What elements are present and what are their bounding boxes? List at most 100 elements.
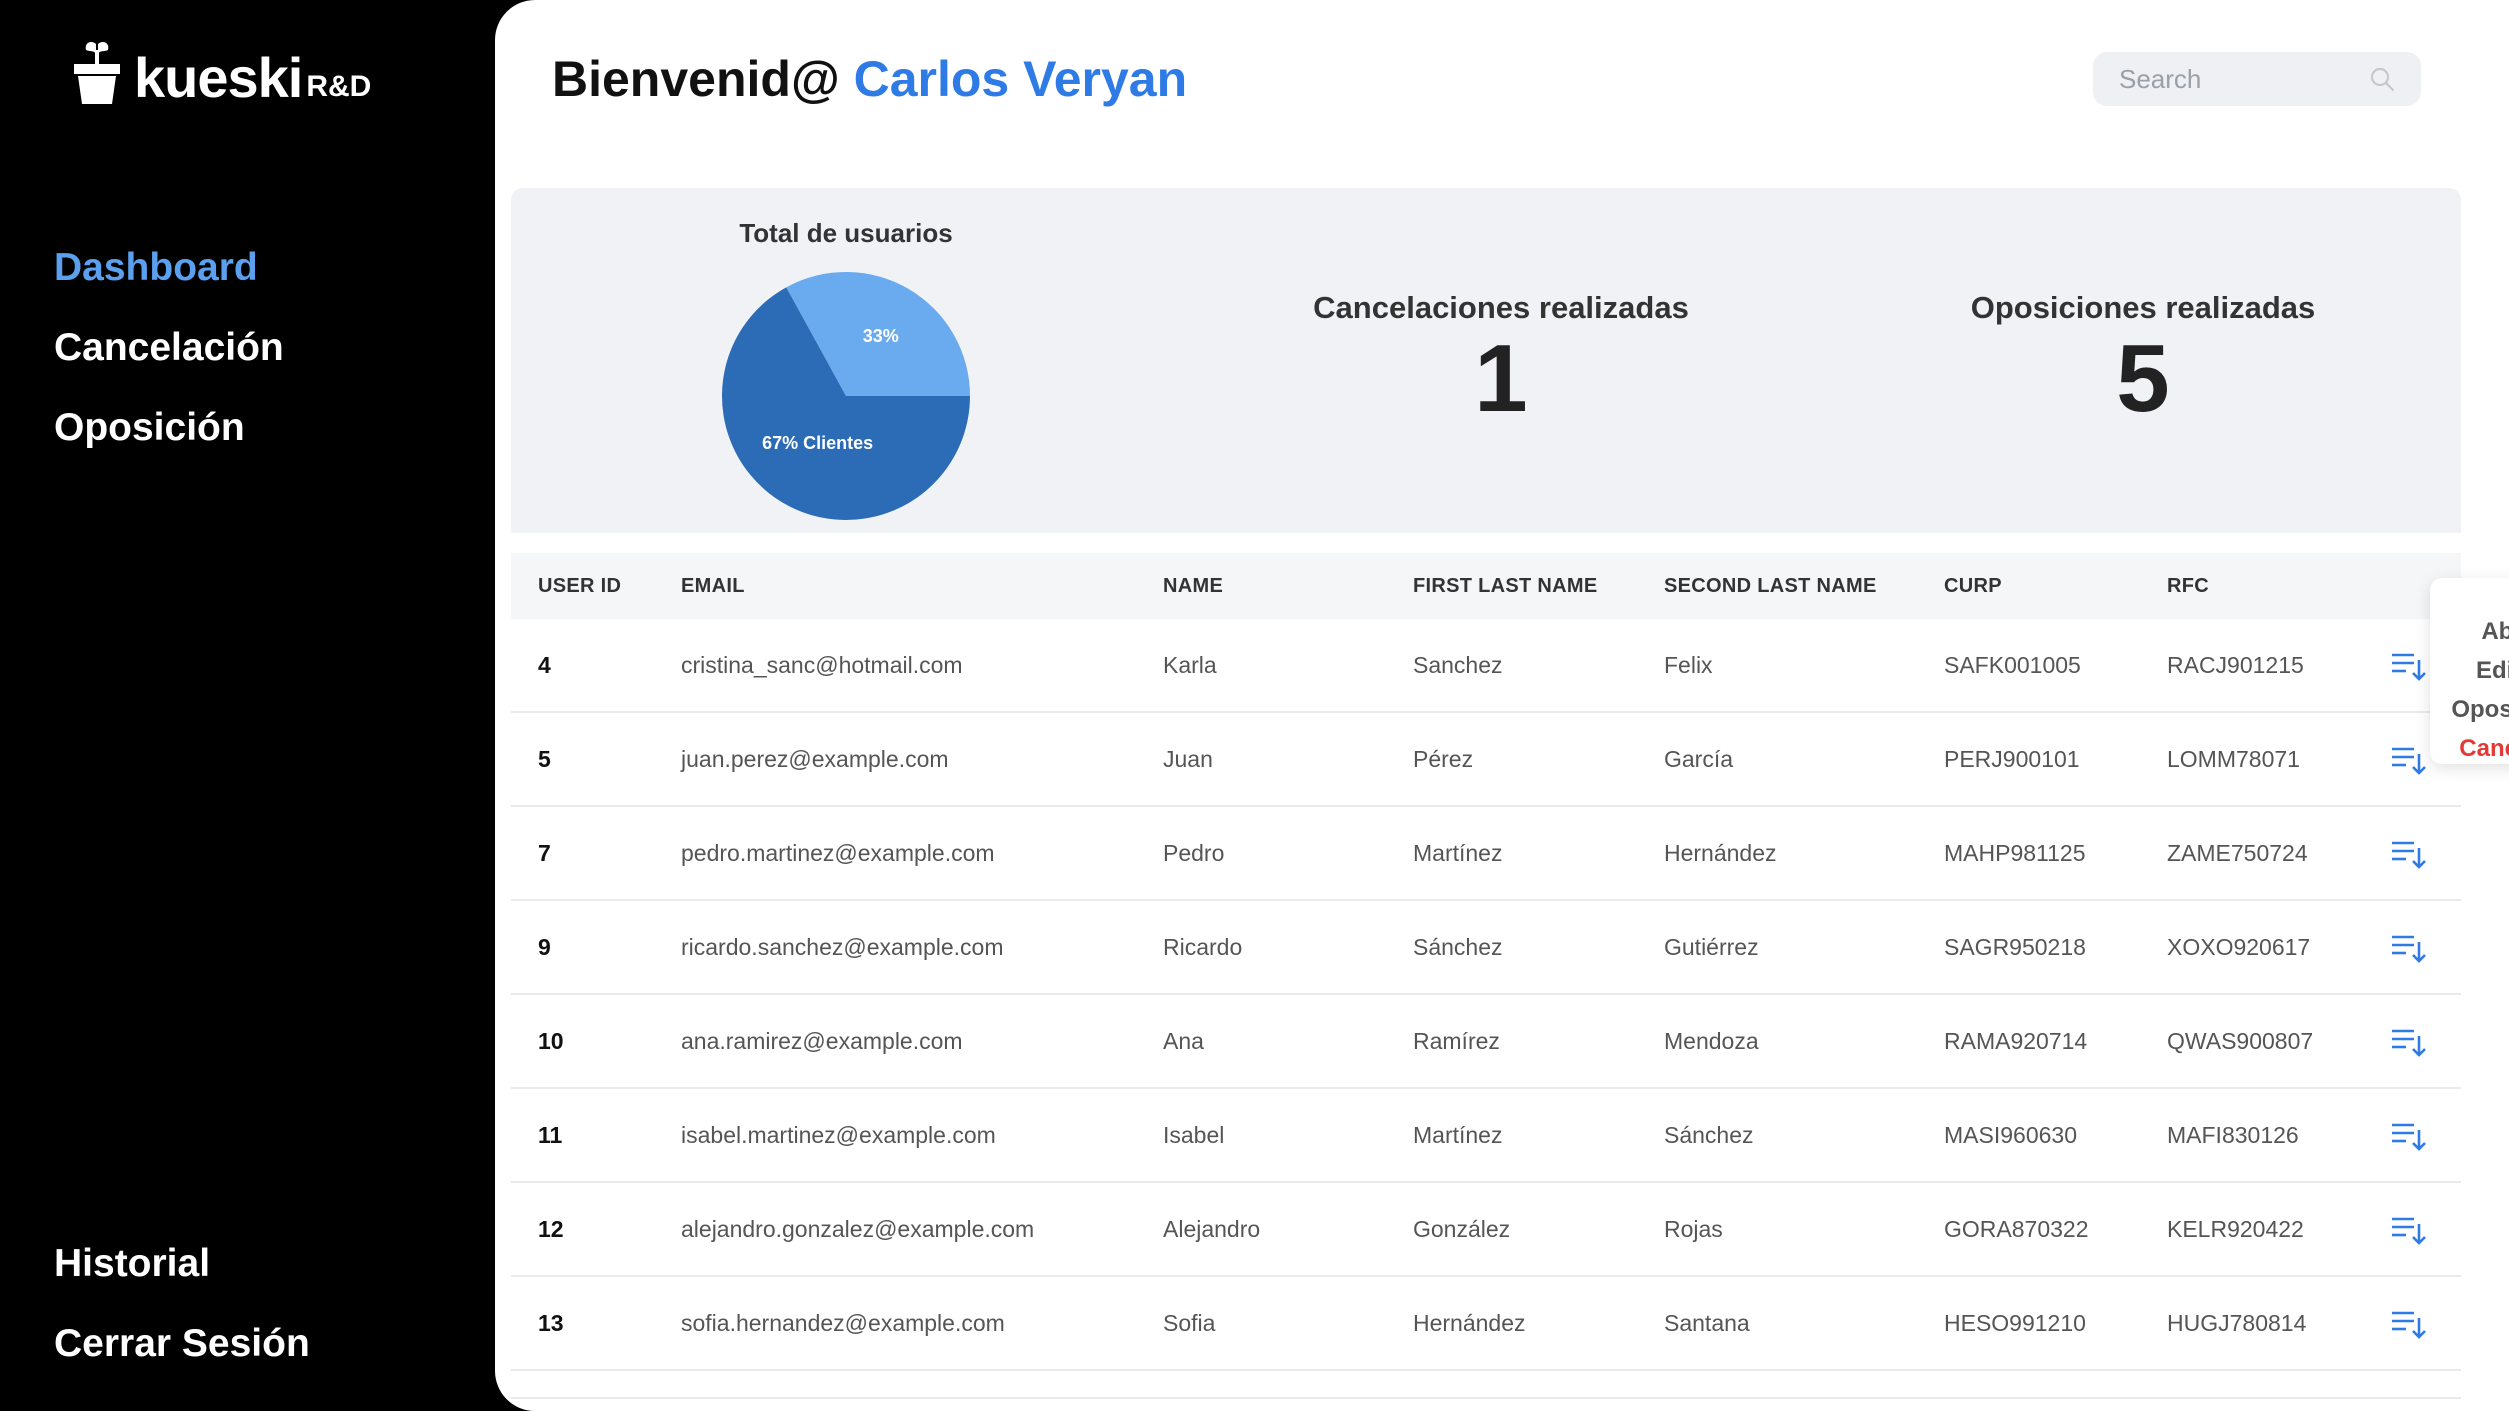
sort-list-icon[interactable] [2390, 742, 2426, 776]
search-input[interactable] [2119, 63, 2359, 95]
header-first-last-name[interactable]: FIRST LAST NAME [1413, 575, 1598, 598]
header-user-id[interactable]: USER ID [538, 575, 621, 598]
sort-list-icon[interactable] [2390, 648, 2426, 682]
cell-second-last-name: García [1664, 745, 1734, 772]
table-body: 4 cristina_sanc@hotmail.com Karla Sanchez Fe… [511, 619, 2461, 1371]
menu-item-editar[interactable]: Editar [2430, 651, 2509, 690]
cell-user-id: 12 [538, 1215, 564, 1242]
cell-rfc: RACJ901215 [2167, 651, 2304, 678]
cell-curp: SAGR950218 [1944, 933, 2086, 960]
cell-first-last-name: González [1413, 1215, 1511, 1242]
cell-curp: HESO991210 [1944, 1309, 2086, 1336]
cell-second-last-name: Rojas [1664, 1215, 1723, 1242]
cell-first-last-name: Ramírez [1413, 1027, 1500, 1054]
oposiciones-label: Oposiciones realizadas [1970, 290, 2316, 325]
table-header: USER ID EMAIL NAME FIRST LAST NAME SECON… [511, 553, 2461, 619]
header-second-last-name[interactable]: SECOND LAST NAME [1664, 575, 1877, 598]
brand-logo[interactable]: kueski R&D [72, 40, 371, 106]
row-action-menu: Abrir Editar Oposición Cancelar [2430, 578, 2509, 764]
cell-name: Ricardo [1163, 933, 1243, 960]
cell-second-last-name: Hernández [1664, 839, 1777, 866]
header-name[interactable]: NAME [1163, 575, 1223, 598]
table-row[interactable]: 10 ana.ramirez@example.com Ana Ramírez Mendo… [511, 995, 2461, 1089]
sort-list-icon[interactable] [2390, 1306, 2426, 1340]
sort-list-icon[interactable] [2390, 1212, 2426, 1246]
sidebar-item-oposicion[interactable]: Oposición [54, 388, 284, 468]
brand-suffix: R&D [306, 70, 372, 103]
cancelaciones-value: 1 [1474, 325, 1528, 432]
cell-user-id: 13 [538, 1309, 564, 1336]
cell-rfc: ZAME750724 [2167, 839, 2308, 866]
sort-list-icon[interactable] [2390, 1024, 2426, 1058]
table-row[interactable]: 5 juan.perez@example.com Juan Pérez García PE… [511, 713, 2461, 807]
table-row[interactable]: 4 cristina_sanc@hotmail.com Karla Sanchez Fe… [511, 619, 2461, 713]
header-rfc[interactable]: RFC [2167, 575, 2209, 598]
sidebar-item-historial[interactable]: Historial [54, 1224, 310, 1304]
cell-name: Ana [1163, 1027, 1204, 1054]
cell-email: juan.perez@example.com [681, 745, 949, 772]
table-row[interactable]: 13 sofia.hernandez@example.com Sofia Hernán… [511, 1277, 2461, 1371]
cell-curp: MAHP981125 [1944, 839, 2086, 866]
cancelaciones-label: Cancelaciones realizadas [1313, 290, 1689, 325]
sort-list-icon[interactable] [2390, 1118, 2426, 1152]
cell-second-last-name: Mendoza [1664, 1027, 1759, 1054]
sidebar-item-logout[interactable]: Cerrar Sesión [54, 1304, 310, 1384]
cell-name: Karla [1163, 651, 1217, 678]
cell-rfc: QWAS900807 [2167, 1027, 2314, 1054]
cell-name: Juan [1163, 745, 1213, 772]
pie-slice-label-1: 33% [863, 326, 899, 346]
sidebar-nav-top: Dashboard Cancelación Oposición [54, 228, 284, 468]
sidebar-item-cancelacion[interactable]: Cancelación [54, 308, 284, 388]
cell-first-last-name: Pérez [1413, 745, 1474, 772]
cell-name: Alejandro [1163, 1215, 1261, 1242]
table-row[interactable]: 11 isabel.martinez@example.com Isabel Martí… [511, 1089, 2461, 1183]
menu-item-abrir[interactable]: Abrir [2430, 612, 2509, 651]
table-row[interactable]: 7 pedro.martinez@example.com Pedro Martínez… [511, 807, 2461, 901]
sort-list-icon[interactable] [2390, 930, 2426, 964]
header-email[interactable]: EMAIL [681, 575, 745, 598]
cell-email: isabel.martinez@example.com [681, 1121, 996, 1148]
sidebar-item-dashboard[interactable]: Dashboard [54, 228, 284, 308]
menu-item-oposicion[interactable]: Oposición [2430, 690, 2509, 729]
cell-name: Isabel [1163, 1121, 1225, 1148]
greeting-text: Bienvenid@ [552, 51, 840, 107]
cell-user-id: 4 [538, 651, 551, 678]
cell-curp: GORA870322 [1944, 1215, 2089, 1242]
cell-user-id: 11 [538, 1121, 563, 1148]
cell-email: sofia.hernandez@example.com [681, 1309, 1005, 1336]
cell-user-id: 9 [538, 933, 551, 960]
users-pie-chart: 33% 67% Clientes [722, 272, 970, 520]
page-title: Bienvenid@ Carlos Veryan [552, 50, 1187, 108]
search-icon[interactable] [2369, 66, 2395, 92]
cell-first-last-name: Martínez [1413, 839, 1503, 866]
cell-second-last-name: Sánchez [1664, 1121, 1754, 1148]
cell-curp: RAMA920714 [1944, 1027, 2088, 1054]
table-row[interactable]: 12 alejandro.gonzalez@example.com Alejandr… [511, 1183, 2461, 1277]
menu-item-cancelar[interactable]: Cancelar [2430, 729, 2509, 768]
cell-rfc: MAFI830126 [2167, 1121, 2299, 1148]
sidebar: kueski R&D Dashboard Cancelación Oposici… [0, 0, 510, 1411]
brand-name: kueski [134, 46, 303, 109]
cell-first-last-name: Sánchez [1413, 933, 1503, 960]
cell-email: pedro.martinez@example.com [681, 839, 995, 866]
pie-slice-label-2: 67% Clientes [762, 433, 873, 453]
cell-email: alejandro.gonzalez@example.com [681, 1215, 1035, 1242]
cell-user-id: 5 [538, 745, 551, 772]
cell-curp: MASI960630 [1944, 1121, 2077, 1148]
oposiciones-stat: Oposiciones realizadas 5 [1943, 290, 2343, 432]
header-curp[interactable]: CURP [1944, 575, 2002, 598]
cell-first-last-name: Sanchez [1413, 651, 1503, 678]
cancelaciones-stat: Cancelaciones realizadas 1 [1301, 290, 1701, 432]
cell-user-id: 10 [538, 1027, 564, 1054]
cell-curp: SAFK001005 [1944, 651, 2081, 678]
sort-list-icon[interactable] [2390, 836, 2426, 870]
pie-title: Total de usuarios [739, 218, 953, 248]
users-table: USER ID EMAIL NAME FIRST LAST NAME SECON… [511, 553, 2461, 1399]
cell-email: ricardo.sanchez@example.com [681, 933, 1004, 960]
cell-name: Sofia [1163, 1309, 1216, 1336]
cell-rfc: LOMM78071 [2167, 745, 2300, 772]
table-row[interactable]: 9 ricardo.sanchez@example.com Ricardo Sánch… [511, 901, 2461, 995]
cell-name: Pedro [1163, 839, 1225, 866]
cell-email: cristina_sanc@hotmail.com [681, 651, 963, 678]
table-footer [511, 1371, 2461, 1399]
